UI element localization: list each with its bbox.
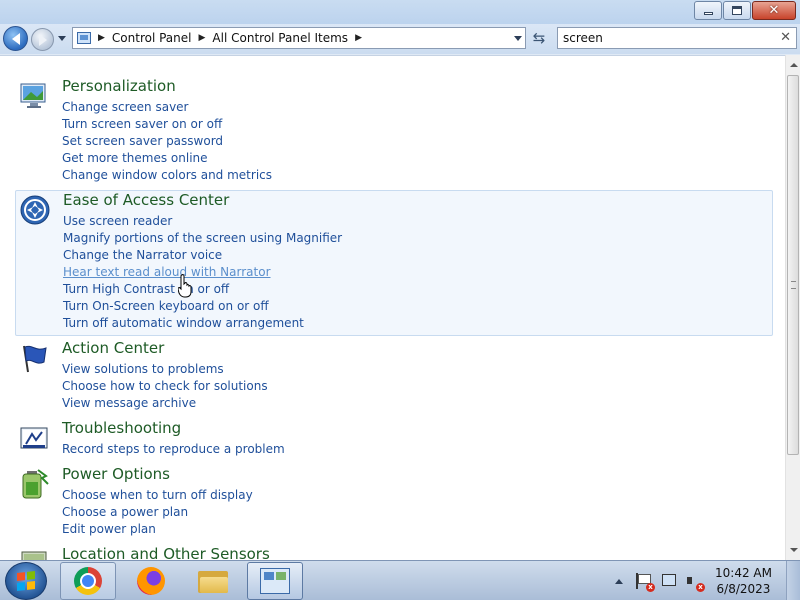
link-turn-off-display[interactable]: Choose when to turn off display <box>62 487 253 504</box>
link-high-contrast[interactable]: Turn High Contrast on or off <box>63 281 342 298</box>
group-title[interactable]: Ease of Access Center <box>63 191 229 209</box>
link-edit-power-plan[interactable]: Edit power plan <box>62 521 253 538</box>
troubleshooting-icon <box>20 427 48 449</box>
group-links: Change screen saver Turn screen saver on… <box>62 99 272 184</box>
scroll-up-button[interactable] <box>786 57 800 73</box>
system-tray: x x 10:42 AM 6/8/2023 <box>615 561 772 600</box>
back-arrow-icon <box>11 32 20 45</box>
back-button[interactable] <box>3 26 28 51</box>
clock-time: 10:42 AM <box>715 566 772 580</box>
search-results-pane: Personalization Change screen saver Turn… <box>0 55 785 560</box>
link-change-screen-saver[interactable]: Change screen saver <box>62 99 272 116</box>
link-screen-saver-password[interactable]: Set screen saver password <box>62 133 272 150</box>
scroll-down-button[interactable] <box>786 542 800 558</box>
link-choose-power-plan[interactable]: Choose a power plan <box>62 504 253 521</box>
link-on-screen-keyboard[interactable]: Turn On-Screen keyboard on or off <box>63 298 342 315</box>
link-view-solutions[interactable]: View solutions to problems <box>62 361 268 378</box>
link-message-archive[interactable]: View message archive <box>62 395 268 412</box>
clock[interactable]: 10:42 AM 6/8/2023 <box>715 565 772 597</box>
network-tray-icon[interactable] <box>661 573 677 589</box>
action-center-flag-icon <box>23 345 47 373</box>
group-title[interactable]: Power Options <box>62 465 170 483</box>
personalization-icon <box>20 83 46 108</box>
link-check-solutions[interactable]: Choose how to check for solutions <box>62 378 268 395</box>
close-button[interactable]: ✕ <box>752 1 796 20</box>
scrollbar-grip-icon <box>791 281 796 289</box>
vertical-scrollbar[interactable] <box>785 55 800 560</box>
group-title[interactable]: Location and Other Sensors <box>62 545 270 560</box>
navigation-bar: ▶ Control Panel ▶ All Control Panel Item… <box>0 24 800 54</box>
taskbar-control-panel[interactable] <box>247 562 303 600</box>
refresh-icon: ⇆ <box>532 29 546 47</box>
link-hear-text-aloud[interactable]: Hear text read aloud with Narrator <box>63 264 342 281</box>
scroll-up-arrow-icon <box>789 63 798 67</box>
result-group-action-center: Action Center View solutions to problems… <box>15 339 773 415</box>
group-title[interactable]: Personalization <box>62 77 176 95</box>
chrome-icon <box>74 567 102 595</box>
hand-cursor-icon <box>178 274 192 298</box>
breadcrumb-all-items[interactable]: All Control Panel Items <box>212 31 348 45</box>
group-links: Use screen reader Magnify portions of th… <box>63 213 342 332</box>
scroll-down-arrow-icon <box>789 548 798 552</box>
clock-date: 6/8/2023 <box>716 582 771 596</box>
recent-pages-dropdown[interactable] <box>58 36 66 41</box>
start-button[interactable] <box>5 562 47 600</box>
link-magnifier[interactable]: Magnify portions of the screen using Mag… <box>63 230 342 247</box>
link-narrator-voice[interactable]: Change the Narrator voice <box>63 247 342 264</box>
group-title[interactable]: Troubleshooting <box>62 419 181 437</box>
taskbar-chrome[interactable] <box>60 562 116 600</box>
action-center-tray-icon[interactable]: x <box>636 573 655 592</box>
show-desktop-button[interactable] <box>786 561 800 600</box>
minimize-icon <box>703 12 713 15</box>
ease-of-access-icon <box>20 195 50 225</box>
result-group-troubleshooting: Troubleshooting Record steps to reproduc… <box>15 419 773 461</box>
window-controls: ✕ <box>693 1 796 20</box>
window-title-bar: ✕ <box>0 0 800 24</box>
breadcrumb-control-panel[interactable]: Control Panel <box>112 31 192 45</box>
forward-button[interactable] <box>31 28 54 51</box>
search-input[interactable] <box>563 31 763 45</box>
windows-logo-icon <box>17 571 35 591</box>
maximize-button[interactable] <box>723 1 751 20</box>
breadcrumb-separator[interactable]: ▶ <box>98 33 105 43</box>
scrollbar-thumb[interactable] <box>787 75 799 455</box>
breadcrumb-separator[interactable]: ▶ <box>355 33 362 43</box>
result-group-personalization: Personalization Change screen saver Turn… <box>15 77 773 187</box>
link-window-arrangement[interactable]: Turn off automatic window arrangement <box>63 315 342 332</box>
link-record-steps[interactable]: Record steps to reproduce a problem <box>62 441 285 458</box>
search-box[interactable]: ✕ <box>557 27 797 49</box>
forward-arrow-icon <box>38 33 47 46</box>
group-links: Choose when to turn off display Choose a… <box>62 487 253 538</box>
taskbar: x x 10:42 AM 6/8/2023 <box>0 560 800 600</box>
close-icon: ✕ <box>768 3 780 18</box>
group-links: Record steps to reproduce a problem <box>62 441 285 458</box>
result-group-power-options: Power Options Choose when to turn off di… <box>15 465 773 541</box>
link-turn-screen-saver[interactable]: Turn screen saver on or off <box>62 116 272 133</box>
firefox-icon <box>137 567 165 595</box>
refresh-button[interactable]: ⇆ <box>528 27 550 49</box>
taskbar-explorer[interactable] <box>185 562 241 600</box>
result-group-location-sensors: Location and Other Sensors <box>15 545 773 560</box>
maximize-icon <box>732 6 742 15</box>
clear-search-icon[interactable]: ✕ <box>780 30 791 45</box>
control-panel-icon <box>77 32 91 44</box>
link-window-colors[interactable]: Change window colors and metrics <box>62 167 272 184</box>
taskbar-firefox[interactable] <box>123 562 179 600</box>
group-links: View solutions to problems Choose how to… <box>62 361 268 412</box>
link-more-themes[interactable]: Get more themes online <box>62 150 272 167</box>
folder-icon <box>198 569 228 593</box>
result-group-ease-of-access: Ease of Access Center Use screen reader … <box>15 190 773 336</box>
volume-muted-icon[interactable]: x <box>686 573 705 592</box>
link-use-screen-reader[interactable]: Use screen reader <box>63 213 342 230</box>
location-sensors-icon <box>21 551 47 560</box>
address-dropdown-icon[interactable] <box>514 36 522 41</box>
minimize-button[interactable] <box>694 1 722 20</box>
breadcrumb-separator[interactable]: ▶ <box>199 33 206 43</box>
address-bar[interactable]: ▶ Control Panel ▶ All Control Panel Item… <box>72 27 526 49</box>
group-title[interactable]: Action Center <box>62 339 164 357</box>
control-panel-icon <box>260 568 290 594</box>
show-hidden-icons-icon[interactable] <box>615 578 623 584</box>
power-options-battery-icon <box>22 469 49 499</box>
